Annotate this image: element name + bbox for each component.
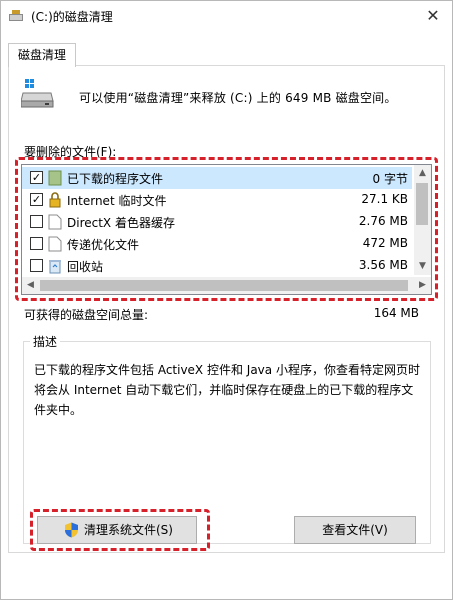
- recycle-bin-icon: [49, 260, 61, 274]
- file-name: Internet 临时文件: [67, 194, 167, 208]
- checkbox[interactable]: [30, 259, 43, 272]
- list-item[interactable]: DirectX 着色器缓存 2.76 MB: [22, 211, 412, 233]
- file-name: 传递优化文件: [67, 238, 140, 252]
- list-item[interactable]: 回收站 3.56 MB: [22, 255, 412, 277]
- description-text: 已下载的程序文件包括 ActiveX 控件和 Java 小程序，你查看特定网页时…: [34, 363, 420, 417]
- close-button[interactable]: ✕: [418, 3, 448, 29]
- description-legend: 描述: [30, 333, 61, 350]
- shield-icon: [65, 522, 78, 538]
- file-size: 472 MB: [362, 236, 408, 250]
- title-bar[interactable]: (C:)的磁盘清理 ✕: [1, 1, 452, 33]
- scroll-left-icon[interactable]: ◀: [22, 277, 39, 294]
- scroll-thumb[interactable]: [416, 183, 428, 225]
- scroll-up-icon[interactable]: ▲: [414, 165, 431, 182]
- scroll-right-icon[interactable]: ▶: [414, 277, 431, 294]
- scroll-down-icon[interactable]: ▼: [414, 258, 431, 275]
- vertical-scrollbar[interactable]: ▲ ▼: [414, 165, 431, 275]
- horizontal-scrollbar[interactable]: ◀ ▶: [22, 277, 431, 294]
- checkbox[interactable]: [30, 215, 43, 228]
- file-size: 2.76 MB: [358, 214, 408, 228]
- file-size: 0 字节: [372, 172, 408, 186]
- file-size: 3.56 MB: [358, 258, 408, 272]
- list-item[interactable]: ✓ 已下载的程序文件 0 字节: [22, 167, 412, 189]
- file-name: 已下载的程序文件: [67, 172, 164, 186]
- list-item[interactable]: ✓ Internet 临时文件 27.1 KB: [22, 189, 412, 211]
- horizontal-scroll-thumb[interactable]: [40, 280, 408, 291]
- document-icon: [48, 236, 62, 252]
- window-title: (C:)的磁盘清理: [31, 10, 113, 24]
- tab-disk-cleanup[interactable]: 磁盘清理: [8, 43, 76, 67]
- checkbox[interactable]: ✓: [30, 193, 43, 206]
- view-files-button[interactable]: 查看文件(V): [294, 516, 416, 544]
- intro-text: 可以使用“磁盘清理”来释放 (C:) 上的 649 MB 磁盘空间。: [79, 91, 397, 105]
- document-icon: [48, 214, 62, 230]
- disk-cleanup-window: (C:)的磁盘清理 ✕ 磁盘清理 可以使用“磁盘清理”来释放 (C:) 上的 6…: [0, 0, 453, 600]
- clean-system-files-label: 清理系统文件(S): [84, 523, 173, 537]
- list-item[interactable]: 传递优化文件 472 MB: [22, 233, 412, 255]
- drive-icon: [21, 79, 54, 108]
- files-to-delete-label: 要删除的文件(F):: [24, 145, 117, 159]
- checkbox[interactable]: ✓: [30, 171, 43, 184]
- file-name: 回收站: [67, 260, 104, 274]
- files-list[interactable]: ✓ 已下载的程序文件 0 字节 ✓ Internet 临时文件 27.1 KB …: [21, 164, 432, 295]
- file-name: DirectX 着色器缓存: [67, 216, 175, 230]
- lock-icon: [49, 192, 61, 208]
- file-size: 27.1 KB: [361, 192, 408, 206]
- total-space-value: 164 MB: [373, 306, 419, 320]
- checkbox[interactable]: [30, 237, 43, 250]
- clean-system-files-button[interactable]: 清理系统文件(S): [37, 516, 197, 544]
- disk-cleanup-icon: [9, 10, 23, 21]
- total-space-label: 可获得的磁盘空间总量:: [24, 308, 149, 322]
- folder-icon: [48, 170, 62, 186]
